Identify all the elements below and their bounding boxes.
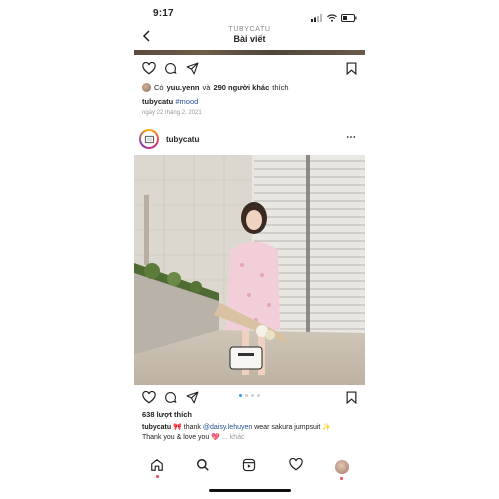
prev-caption: tubycatu #mood xyxy=(142,97,198,106)
bow-emoji-icon: 🎀 xyxy=(173,424,182,431)
caption-text-2: wear sakura jumpsuit xyxy=(254,424,321,431)
photo-illustration xyxy=(134,155,365,385)
caption-line-2: Thank you & love you xyxy=(142,434,210,441)
mention-link[interactable]: @daisy.lehuyen xyxy=(203,424,252,431)
caption-username[interactable]: tubycatu xyxy=(142,97,173,106)
instagram-post-screen: 9:17 TUBYCATU Bài viết Có yuu.yenn và 29… xyxy=(134,0,365,499)
nav-reels[interactable] xyxy=(242,458,256,477)
likes-suffix: thích xyxy=(272,83,289,92)
post-avatar[interactable] xyxy=(139,129,159,149)
likes-prefix: Có xyxy=(154,83,164,92)
status-icons xyxy=(311,9,357,27)
nav-activity[interactable] xyxy=(288,457,303,476)
bookmark-icon xyxy=(346,391,357,405)
wifi-icon xyxy=(327,9,337,27)
carousel-dot xyxy=(245,394,248,397)
liker-username[interactable]: yuu.yenn xyxy=(167,83,200,92)
page-title: Bài viết xyxy=(233,34,266,44)
comment-icon xyxy=(165,392,177,404)
carousel-dot xyxy=(257,394,260,397)
status-time: 9:17 xyxy=(153,8,174,19)
header-username: TUBYCATU xyxy=(228,26,271,33)
caption-more-link[interactable]: ... khác xyxy=(222,434,245,441)
nav-home[interactable] xyxy=(150,458,164,478)
heart-icon xyxy=(142,390,156,404)
tv-logo-icon xyxy=(144,135,154,143)
heart-emoji-icon: 💖 xyxy=(211,434,220,441)
liker-avatar xyxy=(142,83,151,92)
carousel-dot xyxy=(251,394,254,397)
reels-icon xyxy=(243,458,256,471)
likes-others[interactable]: 290 người khác xyxy=(213,83,269,92)
carousel-indicators xyxy=(134,394,365,397)
prev-post-date: ngày 22 tháng 2, 2021 xyxy=(142,110,202,116)
previous-post-photo xyxy=(134,50,365,55)
prev-like-button[interactable] xyxy=(142,61,156,80)
prev-likes-summary[interactable]: Có yuu.yenn và 290 người khác thích xyxy=(142,83,289,92)
send-icon xyxy=(186,62,199,75)
likes-count[interactable]: 638 lượt thích xyxy=(142,410,192,419)
caption-username[interactable]: tubycatu xyxy=(142,424,171,431)
nav-search[interactable] xyxy=(196,458,210,477)
post-username[interactable]: tubycatu xyxy=(166,135,199,144)
more-options-icon[interactable]: ⋯ xyxy=(346,132,357,143)
search-icon xyxy=(197,458,210,471)
nav-profile[interactable] xyxy=(334,460,349,480)
likes-and: và xyxy=(202,83,211,92)
carousel-dot-active xyxy=(239,394,242,397)
home-icon xyxy=(151,458,163,471)
send-icon xyxy=(186,391,199,404)
notification-dot xyxy=(340,477,344,480)
prev-share-button[interactable] xyxy=(186,62,199,80)
hashtag-link[interactable]: #mood xyxy=(175,97,198,106)
notification-dot xyxy=(155,474,159,478)
signal-icon xyxy=(311,9,323,27)
sparkles-emoji-icon: ✨ xyxy=(322,424,332,431)
heart-icon xyxy=(142,61,156,75)
caption-text: thank xyxy=(183,424,201,431)
prev-comment-button[interactable] xyxy=(164,62,177,80)
profile-avatar xyxy=(334,460,349,474)
home-indicator xyxy=(209,489,291,492)
prev-save-button[interactable] xyxy=(346,62,357,80)
bottom-nav xyxy=(134,456,365,480)
post-caption: tubycatu 🎀 thank @daisy.lehuyen wear sak… xyxy=(142,423,362,443)
battery-icon xyxy=(341,9,357,27)
post-photo[interactable] xyxy=(134,155,365,385)
heart-icon xyxy=(288,457,303,471)
bookmark-icon xyxy=(346,62,357,76)
comment-icon xyxy=(165,63,177,75)
